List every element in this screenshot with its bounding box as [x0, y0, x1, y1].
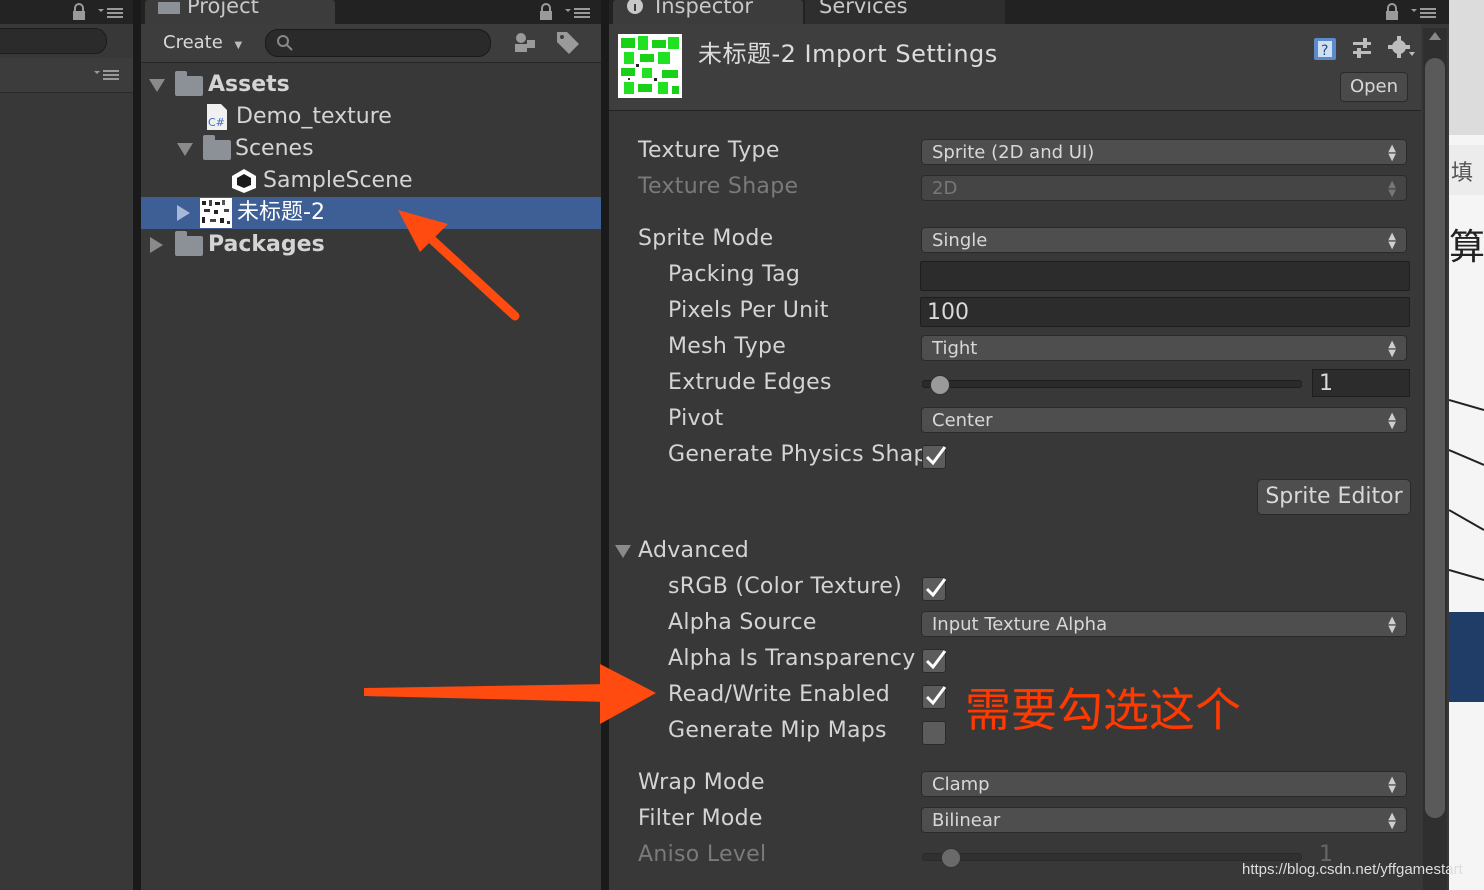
arrow-to-selected-texture: [398, 210, 520, 321]
annotation-text: 需要勾选这个: [965, 683, 1241, 737]
annotation-arrows: [364, 210, 656, 724]
arrow-to-read-write-checkbox: [364, 664, 656, 724]
watermark: https://blog.csdn.net/yffgamestart: [1242, 861, 1463, 878]
